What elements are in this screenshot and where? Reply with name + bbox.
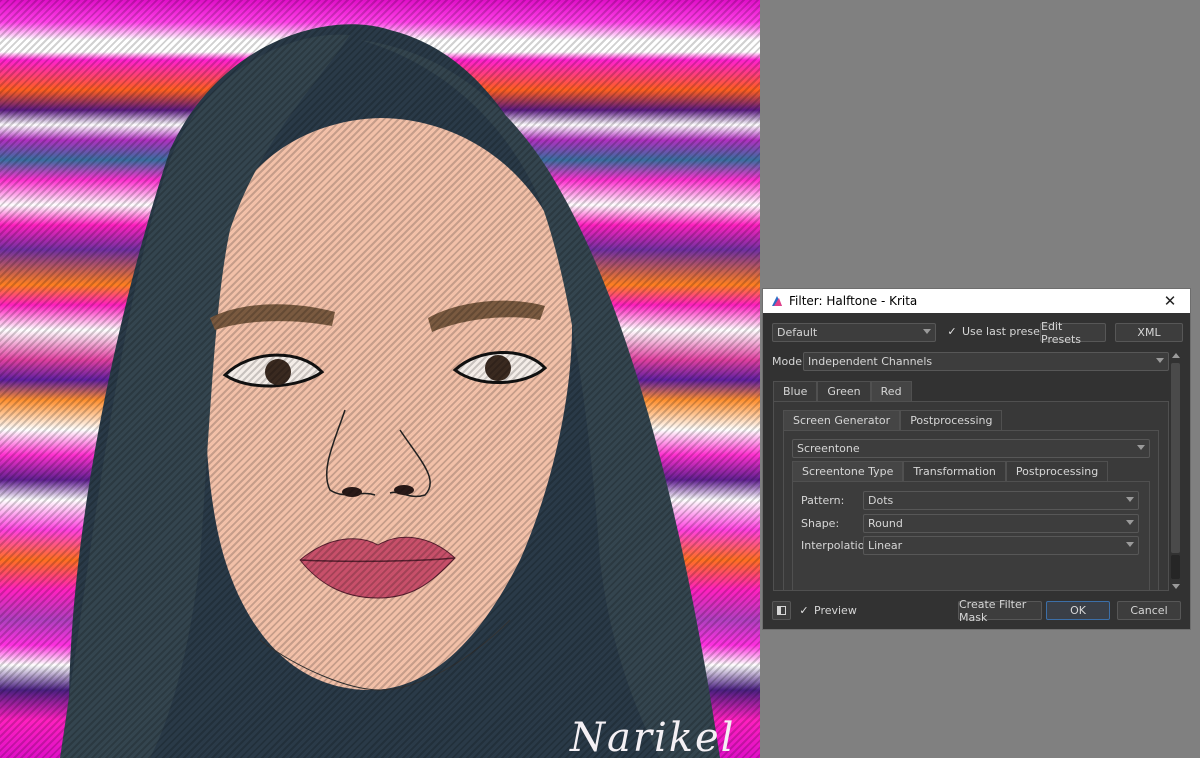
chevron-down-icon <box>1126 497 1134 502</box>
tab-screentone-type[interactable]: Screentone Type <box>792 461 904 481</box>
shape-label: Shape: <box>801 517 840 530</box>
checkmark-icon: ✓ <box>799 604 809 617</box>
scroll-down-icon[interactable] <box>1172 584 1180 589</box>
chevron-down-icon <box>1126 542 1134 547</box>
pattern-value: Dots <box>868 494 894 507</box>
scroll-up-icon[interactable] <box>1172 353 1180 358</box>
chevron-down-icon <box>1137 445 1145 450</box>
generator-value: Screentone <box>797 442 860 455</box>
shape-select[interactable]: Round <box>863 514 1139 533</box>
tab-screen-generator[interactable]: Screen Generator <box>783 410 901 430</box>
chevron-down-icon <box>1126 520 1134 525</box>
close-icon: ✕ <box>1163 292 1177 310</box>
pattern-label: Pattern: <box>801 494 845 507</box>
mode-select[interactable]: Independent Channels <box>803 352 1169 371</box>
preview-label: Preview <box>814 604 857 617</box>
tab-postprocessing[interactable]: Postprocessing <box>900 410 1003 430</box>
edit-presets-button[interactable]: Edit Presets <box>1040 320 1106 346</box>
tab-green[interactable]: Green <box>817 381 871 401</box>
artist-signature: Narikel <box>570 715 736 758</box>
toggle-sidebar-button[interactable] <box>772 601 791 620</box>
preset-value: Default <box>777 326 818 339</box>
mode-value: Independent Channels <box>808 355 933 368</box>
shape-value: Round <box>868 517 903 530</box>
generator-tabs: Screen Generator Postprocessing <box>783 410 1003 430</box>
interpolation-select[interactable]: Linear <box>863 536 1139 555</box>
image-canvas[interactable]: Narikel <box>0 0 760 758</box>
vertical-scrollbar[interactable] <box>1169 351 1183 591</box>
interpolation-value: Linear <box>868 539 903 552</box>
use-last-preset-checkbox[interactable]: ✓ Use last preset <box>946 325 1044 338</box>
dialog-title: Filter: Halftone - Krita <box>789 294 918 308</box>
tab-screentone-postprocessing[interactable]: Postprocessing <box>1005 461 1109 481</box>
tab-blue[interactable]: Blue <box>773 381 818 401</box>
panel-icon <box>777 606 786 615</box>
tab-red[interactable]: Red <box>870 381 912 401</box>
cancel-button[interactable]: Cancel <box>1117 601 1181 620</box>
halftone-overlay <box>0 0 760 758</box>
channel-tabs: Blue Green Red <box>773 381 912 401</box>
xml-button[interactable]: XML <box>1115 323 1183 342</box>
generator-select[interactable]: Screentone <box>792 439 1150 458</box>
preview-checkbox[interactable]: ✓ Preview <box>798 604 857 617</box>
ok-button[interactable]: OK <box>1046 601 1110 620</box>
checkmark-icon: ✓ <box>947 325 957 338</box>
scrollbar-track[interactable] <box>1171 363 1180 553</box>
scrollbar-thumb[interactable] <box>1171 555 1180 579</box>
chevron-down-icon <box>1156 358 1164 363</box>
halftone-filter-dialog: Filter: Halftone - Krita ✕ Default ✓ Use… <box>762 288 1191 630</box>
tab-transformation[interactable]: Transformation <box>903 461 1006 481</box>
mode-label: Mode: <box>772 355 806 368</box>
screentone-tabs: Screentone Type Transformation Postproce… <box>792 461 1109 481</box>
krita-logo-icon <box>771 295 783 307</box>
use-last-preset-label: Use last preset <box>962 325 1045 338</box>
dialog-titlebar[interactable]: Filter: Halftone - Krita ✕ <box>763 289 1190 313</box>
close-button[interactable]: ✕ <box>1150 289 1190 313</box>
create-filter-mask-button[interactable]: Create Filter Mask <box>958 598 1042 624</box>
pattern-select[interactable]: Dots <box>863 491 1139 510</box>
preset-select[interactable]: Default <box>772 323 936 342</box>
chevron-down-icon <box>923 329 931 334</box>
